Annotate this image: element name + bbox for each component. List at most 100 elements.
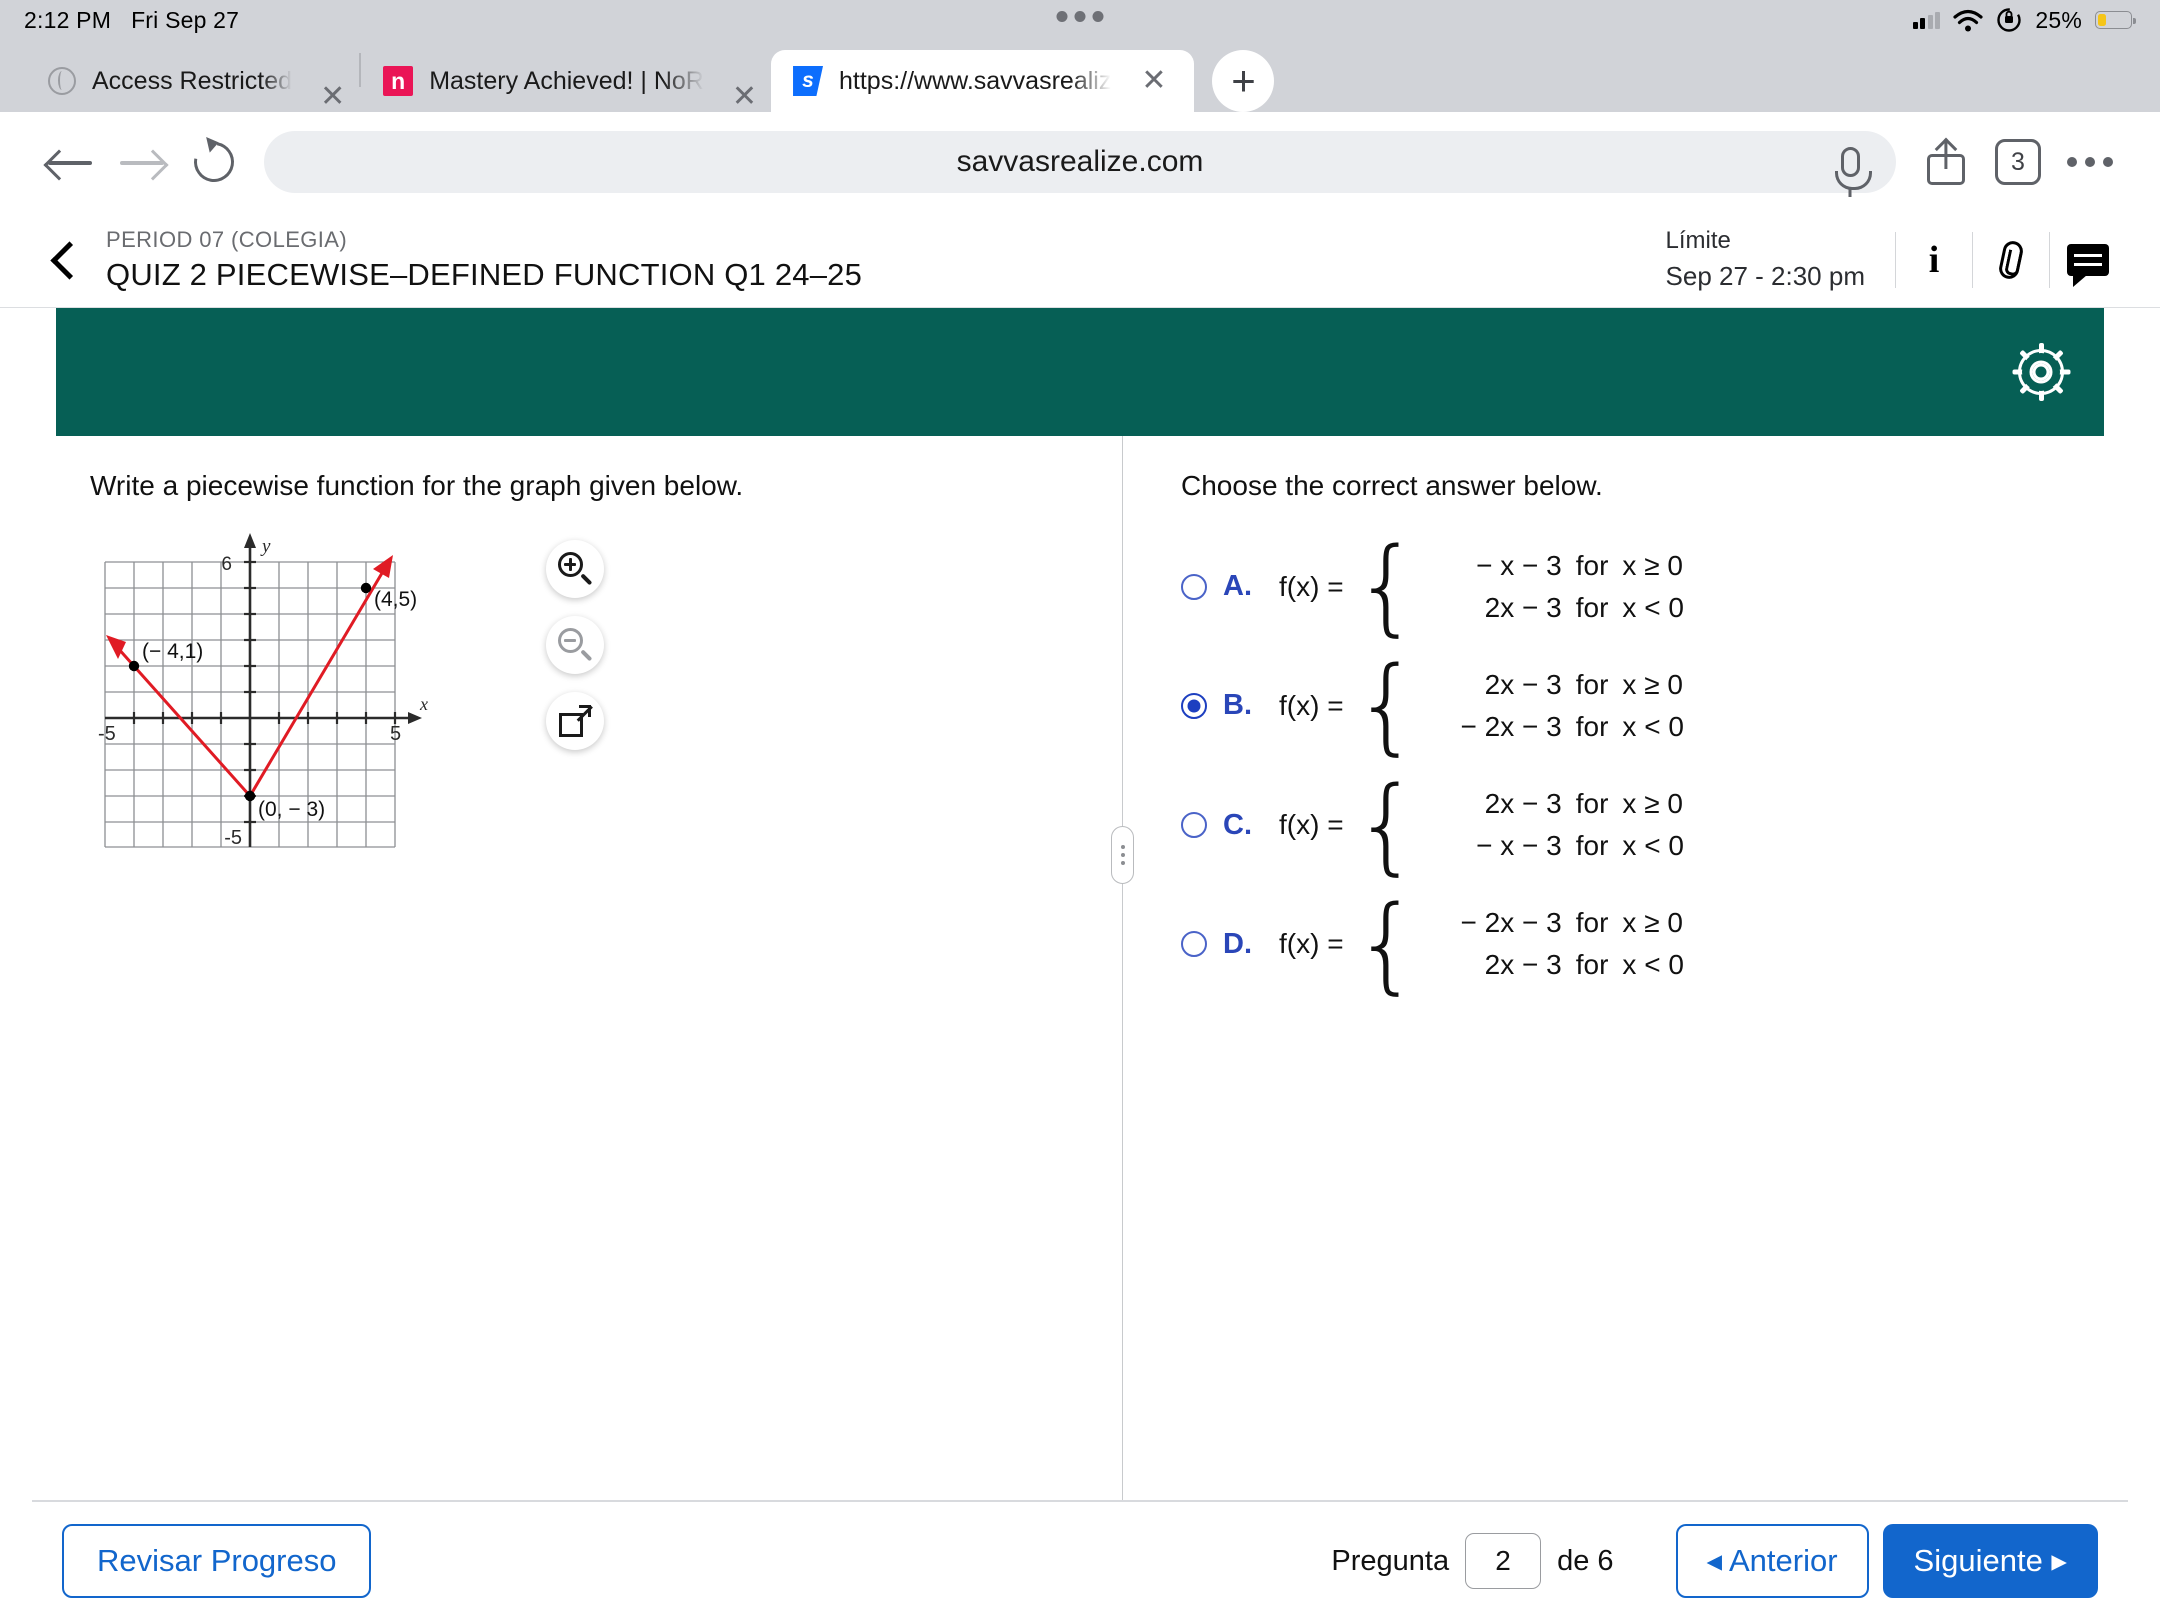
- more-options-button[interactable]: [2054, 126, 2126, 198]
- globe-icon: [48, 67, 76, 95]
- expand-graph-button[interactable]: [546, 692, 604, 750]
- answer-option-b[interactable]: B. f(x) = { 2x − 3 for x ≥ 0 − 2x − 3 for x …: [1181, 653, 2084, 757]
- multitask-handle[interactable]: [1056, 11, 1104, 22]
- radio-a[interactable]: [1181, 573, 1207, 600]
- zoom-out-button[interactable]: [546, 616, 604, 674]
- case-condition: x < 0: [1622, 591, 1684, 623]
- option-letter-d: D.: [1223, 927, 1252, 960]
- radio-d[interactable]: [1181, 931, 1207, 958]
- brace-icon: {: [1353, 763, 1420, 886]
- next-button[interactable]: Siguiente ▸: [1882, 1524, 2098, 1598]
- answer-option-d[interactable]: D. f(x) = { − 2x − 3 for x ≥ 0 2x − 3 for x …: [1181, 892, 2084, 996]
- share-button[interactable]: [1910, 126, 1982, 198]
- reload-button[interactable]: [178, 126, 250, 198]
- cases-a: − x − 3 for x ≥ 0 2x − 3 for x < 0: [1430, 545, 1684, 629]
- paperclip-icon: [1997, 238, 2025, 281]
- answer-instruction: Choose the correct answer below.: [1181, 470, 1603, 501]
- forward-arrow-icon: [120, 147, 164, 177]
- cases-b: 2x − 3 for x ≥ 0 − 2x − 3 for x < 0: [1430, 664, 1684, 748]
- graph-tools: [546, 540, 604, 750]
- point-label-neg4-1: (− 4,1): [142, 640, 203, 663]
- question-toolbar-banner: [56, 308, 2104, 436]
- case-row: 2x − 3 for x ≥ 0: [1430, 783, 1684, 825]
- case-row: − x − 3 for x < 0: [1430, 825, 1684, 867]
- tab-title: Mastery Achieved! | NoR: [429, 66, 704, 95]
- plot-point: [128, 660, 140, 672]
- case-condition: x ≥ 0: [1622, 907, 1683, 939]
- case-expression: − 2x − 3: [1460, 710, 1562, 742]
- due-value: Sep 27 - 2:30 pm: [1665, 261, 1865, 291]
- cases-c: 2x − 3 for x ≥ 0 − x − 3 for x < 0: [1430, 783, 1684, 867]
- cases-d: − 2x − 3 for x ≥ 0 2x − 3 for x < 0: [1430, 902, 1684, 986]
- tab-close-button-2[interactable]: ✕: [1127, 66, 1180, 96]
- page-title: QUIZ 2 PIECEWISE–DEFINED FUNCTION Q1 24–…: [106, 256, 863, 292]
- tab-close-button-0[interactable]: ✕: [306, 82, 359, 112]
- info-icon: i: [1928, 238, 1940, 281]
- tab-title: Access Restricted: [92, 66, 293, 95]
- savvas-s-icon: s: [793, 66, 824, 96]
- tab-close-button-1[interactable]: ✕: [718, 82, 771, 112]
- answer-pane: Choose the correct answer below. A. f(x)…: [1123, 436, 2104, 1560]
- forward-button[interactable]: [106, 126, 178, 198]
- back-button[interactable]: [34, 126, 106, 198]
- case-expression: − x − 3: [1476, 549, 1562, 581]
- review-progress-button[interactable]: Revisar Progreso: [62, 1524, 372, 1598]
- case-expression: 2x − 3: [1484, 949, 1562, 981]
- pane-splitter: [1111, 436, 1134, 1560]
- for-word: for: [1575, 907, 1609, 939]
- browser-toolbar: savvasrealize.com 3: [0, 112, 2160, 212]
- case-row: − 2x − 3 for x < 0: [1430, 706, 1684, 748]
- assignment-header: PERIOD 07 (COLEGIA) QUIZ 2 PIECEWISE–DEF…: [0, 212, 2160, 308]
- reload-icon: [186, 134, 242, 190]
- zoom-out-icon: [558, 628, 593, 662]
- question-number-input[interactable]: 2: [1465, 1533, 1542, 1589]
- for-word: for: [1575, 668, 1609, 700]
- coordinate-graph: 6 y x -5 5 -5 (− 4,1) (0, − 3) (4,5): [90, 528, 510, 858]
- address-bar[interactable]: savvasrealize.com: [264, 131, 1896, 193]
- answer-option-a[interactable]: A. f(x) = { − x − 3 for x ≥ 0 2x − 3 for x <…: [1181, 525, 2084, 647]
- new-tab-button[interactable]: +: [1212, 50, 1275, 112]
- browser-tab-0[interactable]: Access Restricted: [26, 50, 306, 112]
- case-condition: x < 0: [1622, 710, 1684, 742]
- for-word: for: [1575, 949, 1609, 981]
- voice-search-button[interactable]: [1804, 131, 1896, 193]
- for-word: for: [1575, 591, 1609, 623]
- chat-button[interactable]: [2050, 225, 2126, 295]
- for-word: for: [1575, 788, 1609, 820]
- info-button[interactable]: i: [1896, 225, 1972, 295]
- case-row: − x − 3 for x ≥ 0: [1430, 545, 1684, 587]
- case-expression: − x − 3: [1476, 830, 1562, 862]
- tab-title: https://www.savvasrealiz: [839, 66, 1112, 95]
- brace-icon: {: [1353, 525, 1420, 647]
- answer-option-c[interactable]: C. f(x) = { 2x − 3 for x ≥ 0 − x − 3 for x <…: [1181, 763, 2084, 886]
- url-text: savvasrealize.com: [956, 145, 1204, 178]
- case-condition: x ≥ 0: [1622, 788, 1683, 820]
- cellular-signal-icon: [1912, 11, 1941, 29]
- previous-button[interactable]: ◂ Anterior: [1675, 1524, 1869, 1598]
- attachment-button[interactable]: [1973, 225, 2049, 295]
- settings-button[interactable]: [2012, 343, 2070, 401]
- radio-c[interactable]: [1181, 812, 1207, 839]
- fx-label-c: f(x) =: [1279, 809, 1344, 841]
- notion-n-icon: n: [383, 66, 414, 96]
- fx-label-a: f(x) =: [1279, 570, 1344, 602]
- splitter-grip[interactable]: [1111, 826, 1134, 884]
- tab-overview-button[interactable]: 3: [1982, 126, 2054, 198]
- zoom-in-button[interactable]: [546, 540, 604, 598]
- option-letter-a: A.: [1223, 570, 1252, 603]
- browser-tab-1[interactable]: n Mastery Achieved! | NoR: [361, 50, 718, 112]
- for-word: for: [1575, 830, 1609, 862]
- graph-svg: 6 y x -5 5 -5 (− 4,1) (0, − 3) (4,5): [98, 533, 428, 849]
- battery-icon: [2095, 11, 2136, 29]
- case-row: 2x − 3 for x ≥ 0: [1430, 664, 1684, 706]
- wifi-icon: [1953, 9, 1983, 31]
- radio-b[interactable]: [1181, 692, 1207, 719]
- period-label: PERIOD 07 (COLEGIA): [106, 226, 348, 252]
- share-icon: [1927, 137, 1965, 185]
- graph-area: 6 y x -5 5 -5 (− 4,1) (0, − 3) (4,5): [90, 528, 1102, 858]
- case-condition: x < 0: [1622, 949, 1684, 981]
- case-expression: 2x − 3: [1484, 668, 1562, 700]
- case-expression: 2x − 3: [1484, 788, 1562, 820]
- chevron-left-icon[interactable]: [44, 240, 84, 280]
- browser-tab-2[interactable]: s https://www.savvasrealiz ✕: [771, 50, 1195, 112]
